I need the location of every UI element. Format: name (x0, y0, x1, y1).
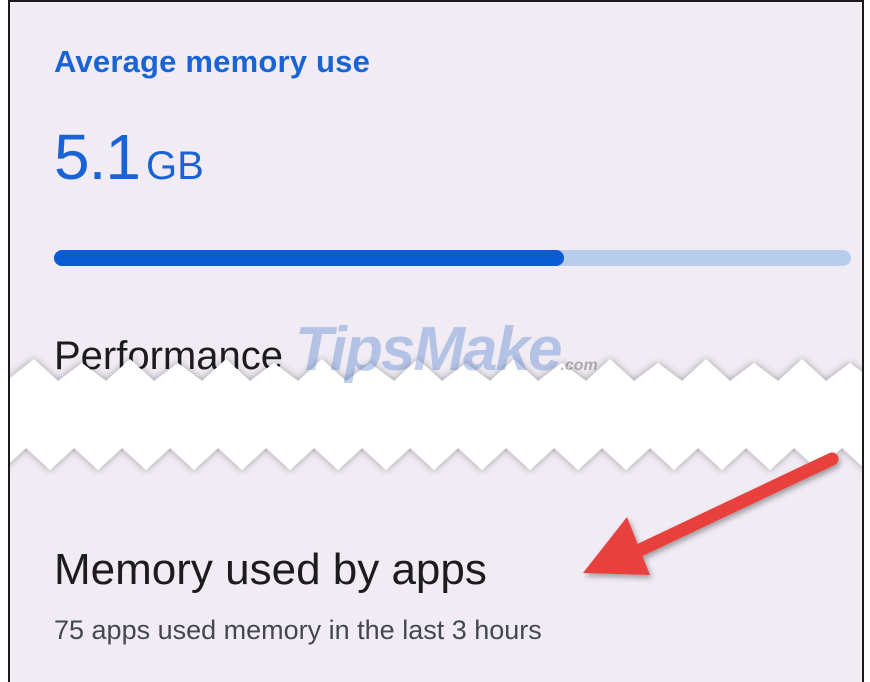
average-memory-value: 5.1 GB (54, 120, 204, 194)
memory-value-number: 5.1 (54, 121, 141, 193)
memory-panel: Average memory use 5.1 GB Performance Tip… (8, 0, 864, 682)
watermark-text: TipsMake (295, 315, 562, 384)
apps-memory-title[interactable]: Memory used by apps (54, 545, 487, 595)
apps-memory-subtitle: 75 apps used memory in the last 3 hours (54, 615, 542, 645)
memory-value-unit: GB (145, 144, 204, 188)
average-memory-title: Average memory use (54, 44, 371, 79)
watermark-domain: .com (560, 357, 598, 374)
memory-usage-bar (54, 250, 851, 266)
performance-title: Performance (54, 334, 283, 378)
watermark-logo: TipsMake.com (295, 314, 598, 385)
memory-usage-bar-fill (54, 250, 565, 266)
